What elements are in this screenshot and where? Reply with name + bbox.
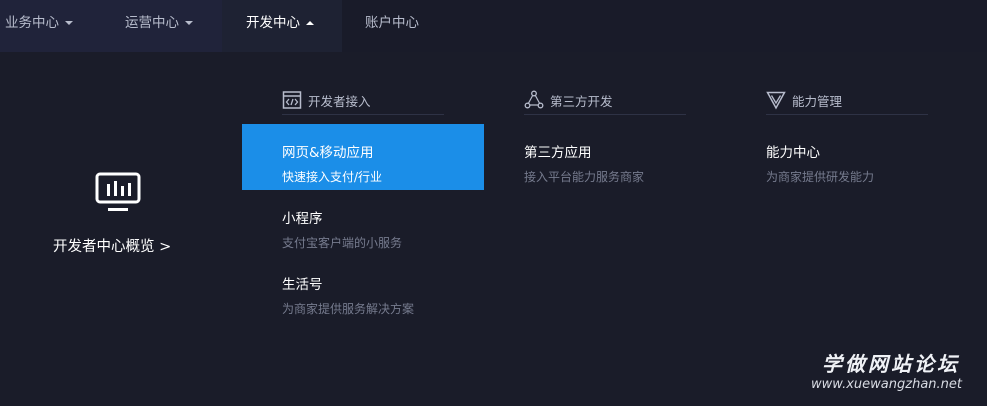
column-header-label: 第三方开发 — [550, 93, 613, 109]
menu-item-title: 生活号 — [282, 277, 323, 293]
menu-item-title: 能力中心 — [766, 145, 820, 161]
menu-item-desc: 接入平台能力服务商家 — [524, 170, 645, 184]
watermark-title: 学做网站论坛 — [822, 352, 960, 376]
menu-item-title: 小程序 — [282, 211, 323, 227]
column-header-developer-access: 开发者接入 — [282, 86, 444, 115]
column-header-label: 能力管理 — [792, 93, 843, 109]
chevron-down-icon — [65, 21, 73, 25]
chevron-up-icon — [306, 21, 314, 25]
menu-item-desc: 支付宝客户端的小服务 — [282, 236, 403, 250]
developer-overview-link[interactable]: 开发者中心概览 > — [53, 235, 171, 256]
menu-item-life-account[interactable]: 生活号 为商家提供服务解决方案 — [282, 273, 482, 317]
nav-item-label: 开发中心 — [246, 15, 300, 31]
nav-item-label: 业务中心 — [5, 15, 59, 31]
nav-item-account[interactable]: 账户中心 — [365, 0, 419, 52]
column-header-third-party: 第三方开发 — [524, 86, 686, 115]
chevron-down-icon — [185, 21, 193, 25]
menu-item-desc: 为商家提供服务解决方案 — [282, 302, 415, 316]
nav-item-label: 账户中心 — [365, 15, 419, 31]
menu-item-desc: 快速接入支付/行业 — [282, 170, 383, 184]
menu-item-title: 网页&移动应用 — [282, 145, 374, 161]
column-header-label: 开发者接入 — [308, 93, 371, 109]
chart-monitor-icon[interactable] — [95, 172, 141, 214]
nav-item-operations[interactable]: 运营中心 — [125, 0, 193, 52]
menu-item-third-party-app[interactable]: 第三方应用 接入平台能力服务商家 — [524, 141, 724, 185]
nav-item-business[interactable]: 业务中心 — [5, 0, 73, 52]
nav-item-label: 运营中心 — [125, 15, 179, 31]
triangle-shield-icon — [766, 91, 786, 110]
code-window-icon — [282, 91, 302, 109]
watermark-url: www.xuewangzhan.net — [811, 377, 962, 392]
top-nav: 业务中心 运营中心 开发中心 账户中心 — [0, 0, 987, 52]
nav-item-developer[interactable]: 开发中心 — [222, 0, 342, 52]
menu-item-web-mobile-app[interactable]: 网页&移动应用 快速接入支付/行业 — [242, 124, 484, 190]
menu-item-title: 第三方应用 — [524, 145, 592, 161]
menu-item-capability-center[interactable]: 能力中心 为商家提供研发能力 — [766, 141, 966, 185]
network-nodes-icon — [524, 90, 544, 109]
column-header-capability-management: 能力管理 — [766, 86, 928, 115]
menu-item-desc: 为商家提供研发能力 — [766, 170, 875, 184]
menu-item-mini-program[interactable]: 小程序 支付宝客户端的小服务 — [282, 207, 482, 251]
